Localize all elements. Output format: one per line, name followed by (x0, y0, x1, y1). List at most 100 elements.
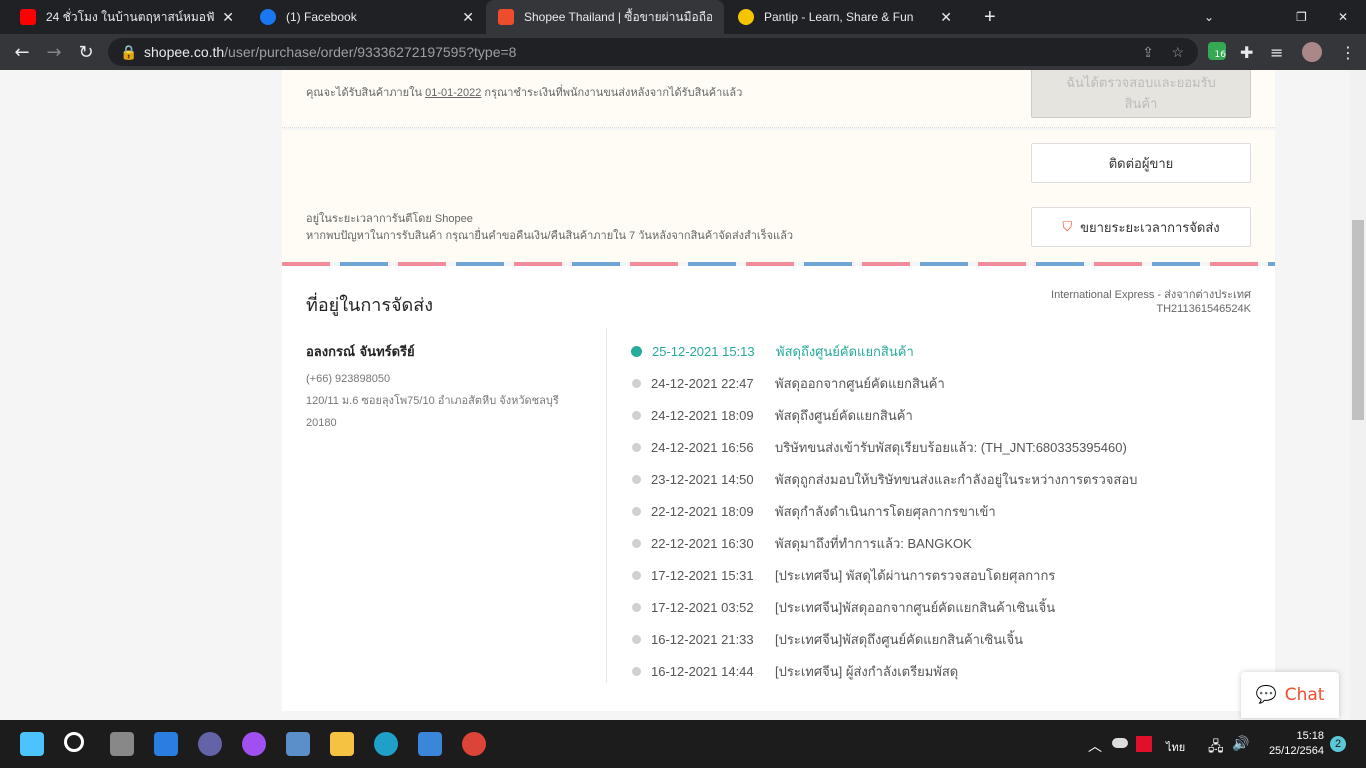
column-divider (606, 328, 607, 683)
timeline-event: 24-12-2021 16:56 บริษัทขนส่งเข้ารับพัสดุเ… (632, 437, 1127, 458)
guarantee-line1: อยู่ในระยะเวลาการันตีโดย Shopee (306, 213, 473, 225)
timeline-event: 24-12-2021 18:09 พัสดุถึงศูนย์คัดแยกสินค้… (632, 405, 913, 426)
guarantee-line2: หากพบปัญหาในการรับสินค้า กรุณายื่นคำขอคื… (306, 230, 794, 242)
close-window-button[interactable]: ✕ (1326, 0, 1360, 34)
onedrive-icon[interactable] (1112, 738, 1128, 748)
input-language[interactable]: ไทย (1166, 738, 1185, 756)
extend-shipping-label: ขยายระยะเวลาการจัดส่ง (1080, 220, 1220, 236)
teams-chat-icon[interactable] (198, 732, 222, 756)
delivery-date: 01-01-2022 (425, 87, 482, 99)
tab-shopee[interactable]: Shopee Thailand | ซื้อขายผ่านมือถือ (486, 0, 724, 34)
event-text: พัสดุออกจากศูนย์คัดแยกสินค้า (775, 376, 945, 391)
file-explorer-icon[interactable] (330, 732, 354, 756)
chat-icon: 💬 (1255, 685, 1277, 705)
share-icon[interactable]: ⇪ (1142, 38, 1154, 66)
extension-badge: 16 (1214, 50, 1226, 60)
shopee-guarantee-shield-icon: ⛉ (1062, 219, 1073, 235)
scrollbar[interactable] (1350, 70, 1366, 720)
youtube-icon (20, 9, 36, 25)
reload-icon[interactable]: ↻ (70, 42, 102, 63)
event-time: 25-12-2021 15:13 (652, 344, 755, 359)
scrollbar-thumb[interactable] (1352, 220, 1364, 420)
tab-title: Pantip - Learn, Share & Fun (764, 10, 914, 24)
close-icon[interactable]: ✕ (222, 9, 234, 26)
menu-icon[interactable]: ⋮ (1340, 43, 1356, 62)
timeline-dot (632, 667, 641, 676)
clock[interactable]: 15:18 25/12/2564 (1262, 729, 1324, 759)
shipping-address-section: ที่อยู่ในการจัดส่ง International Express… (282, 266, 1275, 711)
time: 15:18 (1296, 730, 1324, 742)
maximize-button[interactable]: ❐ (1284, 0, 1319, 34)
tray-chevron-icon[interactable]: ︿ (1088, 736, 1102, 756)
event-text: [ประเทศจีน] ผู้ส่งกำลังเตรียมพัสดุ (775, 664, 959, 679)
carrier-name: International Express - ส่งจากต่างประเทศ (1051, 289, 1251, 301)
chrome-icon[interactable] (462, 732, 486, 756)
volume-icon[interactable]: 🔊 (1232, 735, 1249, 752)
event-text: พัสดุมาถึงที่ทำการแล้ว: BANGKOK (775, 536, 972, 551)
event-text: [ประเทศจีน]พัสดุออกจากศูนย์คัดแยกสินค้าเ… (775, 600, 1056, 615)
chat-label: Chat (1284, 685, 1325, 705)
timeline-event: 22-12-2021 16:30 พัสดุมาถึงที่ทำการแล้ว: … (632, 533, 972, 554)
bookmark-star-icon[interactable]: ☆ (1171, 38, 1184, 66)
tab-title: 24 ชั่วโมง ในบ้านตฤหาสน์หมอฟัน Sup (46, 9, 215, 24)
forward-icon[interactable]: → (38, 42, 70, 63)
timeline-dot (631, 346, 642, 357)
facebook-icon (260, 9, 276, 25)
event-time: 24-12-2021 18:09 (651, 408, 754, 423)
tab-pantip[interactable]: Pantip - Learn, Share & Fun ✕ (726, 0, 964, 34)
back-icon[interactable]: ← (6, 42, 38, 63)
delivery-note-prefix: คุณจะได้รับสินค้าภายใน (306, 87, 423, 99)
start-icon[interactable] (20, 732, 44, 756)
timeline-event: 25-12-2021 15:13 พัสดุถึงศูนย์คัดแยกสินค้… (631, 341, 914, 362)
tab-facebook[interactable]: (1) Facebook ✕ (248, 0, 486, 34)
tracking-number: TH211361546524K (1156, 303, 1251, 315)
messenger-icon[interactable] (242, 732, 266, 756)
address-bar[interactable]: 🔒 shopee.co.th/user/purchase/order/933362… (108, 38, 1198, 66)
timeline-dot (632, 411, 641, 420)
timeline-dot (632, 379, 641, 388)
chat-button[interactable]: 💬 Chat (1241, 672, 1339, 718)
event-time: 24-12-2021 16:56 (651, 440, 754, 455)
edge-icon[interactable] (374, 732, 398, 756)
tab-title: (1) Facebook (286, 10, 357, 24)
delivery-note-suffix: กรุณาชำระเงินที่พนักงานขนส่งหลังจากได้รั… (484, 87, 743, 99)
extend-shipping-button[interactable]: ⛉ ขยายระยะเวลาการจัดส่ง (1031, 207, 1251, 247)
timeline-event: 24-12-2021 22:47 พัสดุออกจากศูนย์คัดแยกสิ… (632, 373, 945, 394)
recipient-phone: (+66) 923898050 (306, 373, 391, 385)
event-text: พัสดุถูกส่งมอบให้บริษัทขนส่งและกำลังอยู่… (775, 472, 1138, 487)
event-text: พัสดุกำลังดำเนินการโดยศุลกากรขาเข้า (775, 504, 996, 519)
tab-search-icon[interactable]: ⌄ (1192, 0, 1226, 34)
extensions-puzzle-icon[interactable]: ✚ (1240, 43, 1253, 62)
timeline-dot (632, 539, 641, 548)
event-time: 17-12-2021 03:52 (651, 600, 754, 615)
new-tab-button[interactable]: + (972, 0, 1008, 34)
contact-seller-button[interactable]: ติดต่อผู้ขาย (1031, 143, 1251, 183)
shopee-icon (498, 9, 514, 25)
timeline-dot (632, 603, 641, 612)
timeline-dot (632, 475, 641, 484)
timeline-event: 17-12-2021 15:31 [ประเทศจีน] พัสดุได้ผ่าน… (632, 565, 1055, 586)
delivery-note: คุณจะได้รับสินค้าภายใน 01-01-2022 กรุณาช… (306, 83, 742, 101)
task-view-icon[interactable] (110, 732, 134, 756)
network-icon[interactable]: 🖧 (1208, 736, 1224, 760)
section-title: ที่อยู่ในการจัดส่ง (306, 295, 434, 316)
tab-strip: 24 ชั่วโมง ในบ้านตฤหาสน์หมอฟัน Sup ✕ (1) … (0, 0, 1366, 34)
widgets-icon[interactable] (154, 732, 178, 756)
store-icon[interactable] (418, 732, 442, 756)
timeline-dot (632, 571, 641, 580)
event-text: พัสดุถึงศูนย์คัดแยกสินค้า (775, 408, 913, 423)
photos-icon[interactable] (286, 732, 310, 756)
windows-taskbar: ︿ ไทย 🖧 🔊 15:18 25/12/2564 2 (0, 720, 1366, 768)
event-time: 22-12-2021 18:09 (651, 504, 754, 519)
search-icon[interactable] (64, 732, 84, 752)
extension-icon[interactable]: 16 (1208, 42, 1226, 60)
confirm-received-button[interactable]: ฉันได้ตรวจสอบและยอมรับสินค้า (1031, 70, 1251, 118)
close-icon[interactable]: ✕ (462, 9, 474, 26)
media-control-icon[interactable]: ≡ (1270, 43, 1283, 62)
timeline-dot (632, 443, 641, 452)
close-icon[interactable]: ✕ (940, 9, 952, 26)
tab-youtube[interactable]: 24 ชั่วโมง ในบ้านตฤหาสน์หมอฟัน Sup ✕ (8, 0, 246, 34)
notification-badge[interactable]: 2 (1330, 736, 1346, 752)
profile-avatar[interactable] (1302, 42, 1322, 62)
amd-icon[interactable] (1136, 736, 1152, 752)
